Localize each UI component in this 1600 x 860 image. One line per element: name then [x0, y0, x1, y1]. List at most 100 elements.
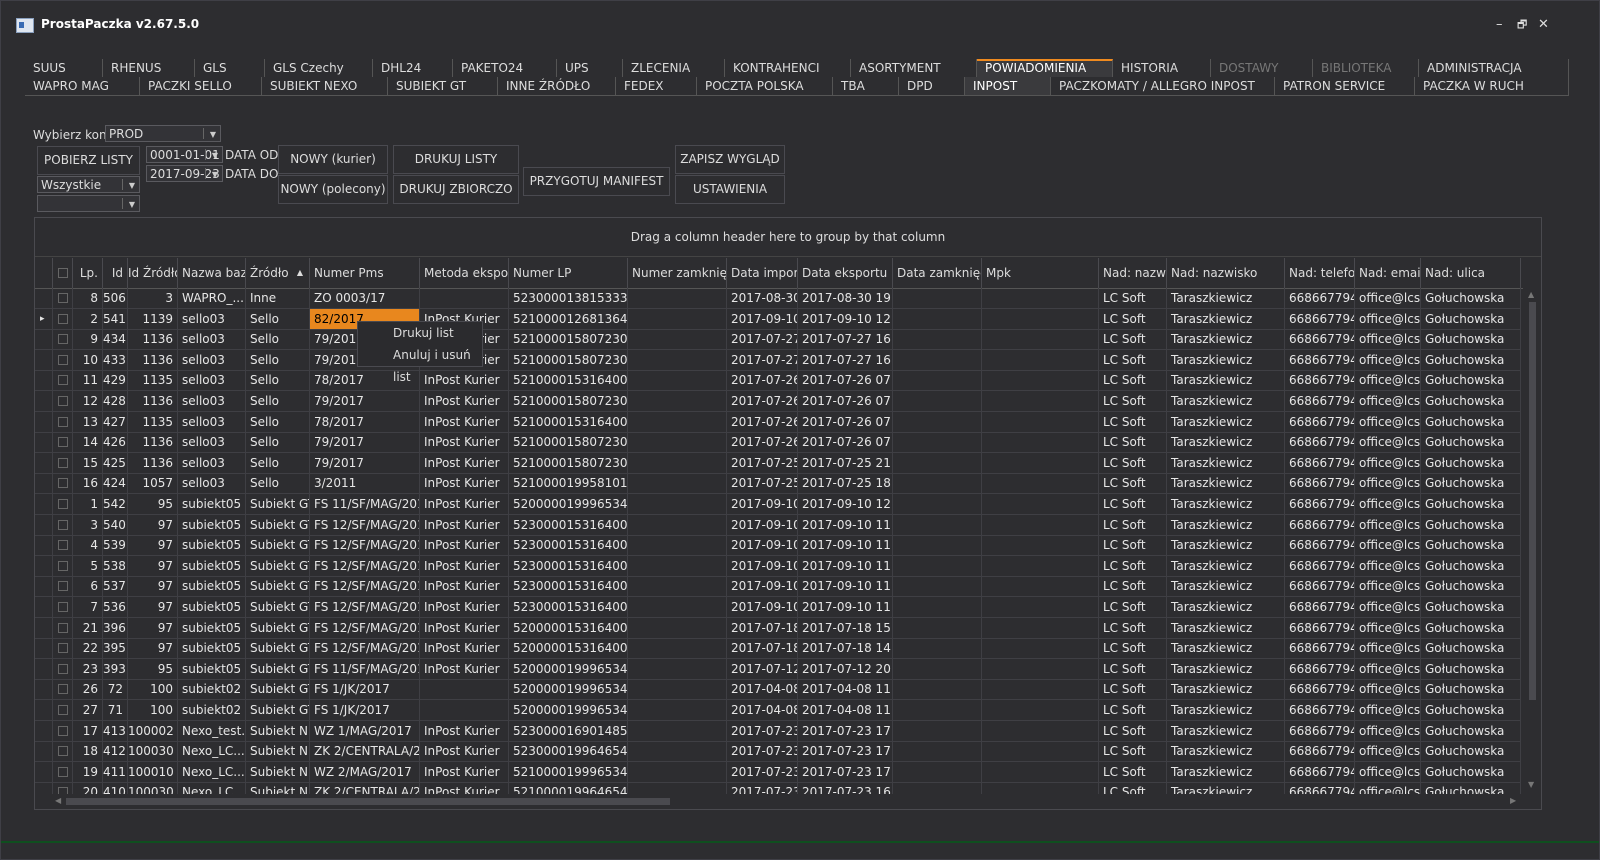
- horizontal-scroll-thumb[interactable]: [66, 798, 670, 805]
- row-header[interactable]: [35, 432, 53, 454]
- row-header[interactable]: [35, 514, 53, 536]
- column-header-de[interactable]: Data eksportu: [798, 258, 893, 288]
- tab-dpd[interactable]: DPD: [899, 77, 965, 95]
- cell-lp[interactable]: 17: [73, 720, 103, 742]
- row-checkbox-cell[interactable]: [53, 535, 73, 557]
- tab-fedex[interactable]: FEDEX: [616, 77, 697, 95]
- cell-id[interactable]: 393: [103, 658, 128, 680]
- cell-mpk[interactable]: [982, 308, 1099, 330]
- cell-mpk[interactable]: [982, 658, 1099, 680]
- cell-nu[interactable]: Gołuchowska: [1421, 658, 1521, 680]
- cell-de[interactable]: 2017-09-10 12:06: [798, 308, 893, 330]
- scroll-left-icon[interactable]: ◀: [55, 796, 61, 805]
- cell-mpk[interactable]: [982, 720, 1099, 742]
- tab-rhenus[interactable]: RHENUS: [103, 59, 195, 77]
- cell-mpk[interactable]: [982, 411, 1099, 433]
- cell-dz[interactable]: [893, 370, 982, 392]
- cell-di[interactable]: 2017-07-23...: [727, 782, 798, 794]
- cell-id[interactable]: 413: [103, 720, 128, 742]
- cell-baza[interactable]: subiekt05: [178, 597, 246, 618]
- table-row[interactable]: 13 427 1135 sello03 Sello 78/2017 InPost Kurie…: [35, 411, 1523, 433]
- cell-zr[interactable]: Sello: [246, 452, 310, 474]
- cell-lpn[interactable]: 52300001531640000...: [509, 535, 628, 557]
- cell-mpk[interactable]: [982, 700, 1099, 721]
- tab-subiekt-gt[interactable]: SUBIEKT GT: [388, 77, 498, 95]
- cell-nt[interactable]: 668667794: [1285, 720, 1355, 742]
- cell-ne[interactable]: office@lcs...: [1355, 494, 1421, 515]
- row-header[interactable]: [35, 411, 53, 433]
- table-row[interactable]: 15 425 1136 sello03 Sello 79/2017 InPost Kurie…: [35, 452, 1523, 474]
- cell-met[interactable]: InPost Kurier: [420, 782, 509, 794]
- cell-pms[interactable]: FS 12/SF/MAG/2017: [310, 555, 420, 577]
- fetch-lists-button[interactable]: POBIERZ LISTY: [37, 146, 140, 175]
- row-checkbox-cell[interactable]: [53, 349, 73, 371]
- cell-lpn[interactable]: 52100001999653401...: [509, 761, 628, 783]
- tab-paczkomaty-allegro-inpost[interactable]: PACZKOMATY / ALLEGRO INPOST: [1051, 77, 1275, 95]
- cell-dz[interactable]: [893, 761, 982, 783]
- cell-mpk[interactable]: [982, 452, 1099, 474]
- cell-mpk[interactable]: [982, 761, 1099, 783]
- cell-de[interactable]: 2017-09-10 11:10: [798, 555, 893, 577]
- row-checkbox[interactable]: [58, 746, 68, 757]
- cell-de[interactable]: 2017-04-08 11:26: [798, 700, 893, 721]
- cell-nz[interactable]: Taraszkiewicz: [1167, 411, 1285, 433]
- cell-lpn[interactable]: 52100001580723003...: [509, 432, 628, 454]
- tab-powiadomienia[interactable]: POWIADOMIENIA: [977, 59, 1113, 77]
- cell-baza[interactable]: sello03: [178, 308, 246, 330]
- cell-met[interactable]: InPost Kurier: [420, 370, 509, 392]
- cell-zam[interactable]: [628, 576, 727, 598]
- minimize-button[interactable]: –: [1496, 18, 1503, 31]
- cell-zam[interactable]: [628, 700, 727, 721]
- cell-lpn[interactable]: 52100001580723003...: [509, 329, 628, 351]
- row-header[interactable]: [35, 597, 53, 618]
- row-header[interactable]: [35, 782, 53, 794]
- cell-zam[interactable]: [628, 720, 727, 742]
- row-checkbox-cell[interactable]: [53, 494, 73, 515]
- cell-di[interactable]: 2017-07-27...: [727, 349, 798, 371]
- cell-nt[interactable]: 668667794: [1285, 473, 1355, 495]
- cell-lpn[interactable]: 52000001999653401...: [509, 494, 628, 515]
- cell-ne[interactable]: office@lcs...: [1355, 720, 1421, 742]
- cell-zam[interactable]: [628, 782, 727, 794]
- cell-lp[interactable]: 12: [73, 391, 103, 412]
- tab-suus[interactable]: SUUS: [25, 59, 103, 77]
- tab-administracja[interactable]: ADMINISTRACJA: [1419, 59, 1569, 77]
- cell-idz[interactable]: 100002: [128, 720, 178, 742]
- cell-idz[interactable]: 1135: [128, 370, 178, 392]
- cell-id[interactable]: 538: [103, 555, 128, 577]
- table-row[interactable]: 17413100002Nexo_test...Subiekt N...WZ 1/…: [35, 720, 1523, 742]
- cell-zam[interactable]: [628, 638, 727, 660]
- cell-ne[interactable]: office@lcs...: [1355, 638, 1421, 660]
- cell-nu[interactable]: Gołuchowska: [1421, 555, 1521, 577]
- cell-lp[interactable]: 3: [73, 514, 103, 536]
- cell-nt[interactable]: 668667794: [1285, 638, 1355, 660]
- cell-de[interactable]: 2017-07-26 07:39: [798, 411, 893, 433]
- cell-di[interactable]: 2017-09-10...: [727, 576, 798, 598]
- cell-zam[interactable]: [628, 617, 727, 639]
- cell-ne[interactable]: office@lcs...: [1355, 741, 1421, 763]
- cell-met[interactable]: InPost Kurier: [420, 514, 509, 536]
- row-checkbox-cell[interactable]: [53, 617, 73, 639]
- cell-di[interactable]: 2017-07-18...: [727, 638, 798, 660]
- cell-nu[interactable]: Gołuchowska: [1421, 761, 1521, 783]
- cell-zam[interactable]: [628, 741, 727, 763]
- cell-nt[interactable]: 668667794: [1285, 308, 1355, 330]
- cell-ne[interactable]: office@lcs...: [1355, 411, 1421, 433]
- cell-dz[interactable]: [893, 741, 982, 763]
- cell-nn[interactable]: LC Soft: [1099, 658, 1167, 680]
- cell-de[interactable]: 2017-07-25 21:24: [798, 452, 893, 474]
- cell-pms[interactable]: FS 1/JK/2017: [310, 700, 420, 721]
- cell-id[interactable]: 506: [103, 288, 128, 309]
- cell-zr[interactable]: Subiekt GT: [246, 494, 310, 515]
- cell-dz[interactable]: [893, 597, 982, 618]
- cell-idz[interactable]: 1136: [128, 329, 178, 351]
- cell-dz[interactable]: [893, 391, 982, 412]
- cell-mpk[interactable]: [982, 473, 1099, 495]
- cell-nz[interactable]: Taraszkiewicz: [1167, 720, 1285, 742]
- cell-idz[interactable]: 95: [128, 494, 178, 515]
- maximize-button[interactable]: 🗗: [1517, 18, 1527, 31]
- cell-dz[interactable]: [893, 658, 982, 680]
- cell-zr[interactable]: Subiekt GT: [246, 535, 310, 557]
- cell-zam[interactable]: [628, 597, 727, 618]
- cell-lp[interactable]: 15: [73, 452, 103, 474]
